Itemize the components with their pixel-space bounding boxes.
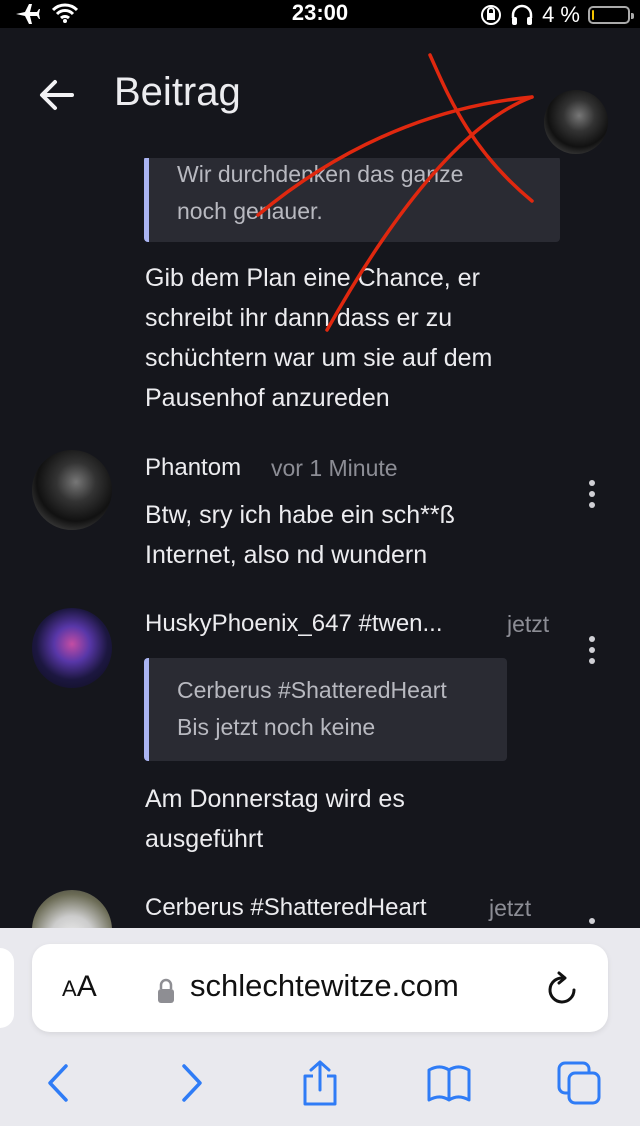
post-author[interactable]: HuskyPhoenix_647 #twen... bbox=[145, 610, 443, 638]
address-bar[interactable]: AA schlechtewitze.com bbox=[32, 944, 608, 1032]
message-line: Pausenhof anzureden bbox=[145, 384, 390, 412]
message-line: Gib dem Plan eine Chance, er bbox=[145, 264, 480, 292]
quote-author: Cerberus #ShatteredHeart bbox=[177, 677, 447, 703]
quote-line: noch genauer. bbox=[177, 198, 323, 224]
message-line: Internet, also nd wundern bbox=[145, 541, 428, 569]
message-line: Am Donnerstag wird es bbox=[145, 785, 405, 813]
avatar[interactable] bbox=[32, 608, 112, 688]
aa-large: A bbox=[76, 970, 97, 1003]
aa-small: A bbox=[62, 976, 77, 1001]
post-timestamp: vor 1 Minute bbox=[271, 455, 398, 481]
post-author[interactable]: Phantom bbox=[145, 454, 241, 482]
reader-text-size-button[interactable]: AA bbox=[62, 970, 97, 1004]
lock-icon bbox=[158, 978, 174, 1003]
tabs-icon[interactable] bbox=[556, 1060, 602, 1106]
forward-icon[interactable] bbox=[168, 1060, 214, 1106]
post-timestamp: jetzt bbox=[507, 611, 550, 637]
reload-icon[interactable] bbox=[546, 970, 580, 1006]
quote-line: Wir durchdenken das ganze bbox=[177, 161, 464, 187]
quote-block: Wir durchdenken das ganze noch genauer. bbox=[144, 156, 560, 242]
orientation-lock-icon bbox=[481, 5, 502, 25]
back-icon[interactable] bbox=[36, 1060, 82, 1106]
quote-text: Bis jetzt noch keine bbox=[177, 714, 376, 740]
message-text: Am Donnerstag wird es ausgeführt bbox=[145, 779, 585, 859]
status-bar: 23:00 4 % bbox=[0, 0, 640, 28]
message-line: Btw, sry ich habe ein sch**ß bbox=[145, 501, 455, 529]
page-title: Beitrag bbox=[114, 70, 241, 114]
headphones-icon bbox=[511, 4, 533, 25]
user-avatar[interactable] bbox=[544, 90, 608, 154]
back-arrow-icon[interactable] bbox=[38, 76, 76, 114]
battery-icon bbox=[588, 6, 634, 24]
bookmarks-icon[interactable] bbox=[426, 1060, 472, 1106]
quote-block[interactable]: Cerberus #ShatteredHeart Bis jetzt noch … bbox=[144, 658, 507, 761]
post-options-menu[interactable] bbox=[582, 480, 602, 510]
previous-tab-card[interactable] bbox=[0, 948, 14, 1028]
post-options-menu[interactable] bbox=[582, 636, 602, 666]
battery-percent: 4 % bbox=[542, 2, 580, 27]
message-text: Btw, sry ich habe ein sch**ß Internet, a… bbox=[145, 495, 585, 575]
post-options-menu[interactable] bbox=[582, 918, 602, 928]
share-icon[interactable] bbox=[297, 1060, 343, 1106]
browser-toolbar: AA schlechtewitze.com bbox=[0, 928, 640, 1126]
app-header: Beitrag bbox=[0, 28, 640, 158]
message-line: schüchtern war um sie auf dem bbox=[145, 344, 493, 372]
post-thread[interactable]: Wir durchdenken das ganze noch genauer. … bbox=[0, 28, 640, 928]
status-right: 4 % bbox=[480, 2, 634, 28]
avatar[interactable] bbox=[32, 890, 112, 928]
url-text[interactable]: schlechtewitze.com bbox=[190, 968, 459, 1004]
post-author[interactable]: Cerberus #ShatteredHeart bbox=[145, 894, 426, 922]
avatar[interactable] bbox=[32, 450, 112, 530]
message-line: ausgeführt bbox=[145, 825, 264, 853]
message-line: schreibt ihr dann dass er zu bbox=[145, 304, 453, 332]
post-timestamp: jetzt bbox=[489, 895, 532, 921]
message-text: Gib dem Plan eine Chance, er schreibt ih… bbox=[145, 258, 585, 418]
